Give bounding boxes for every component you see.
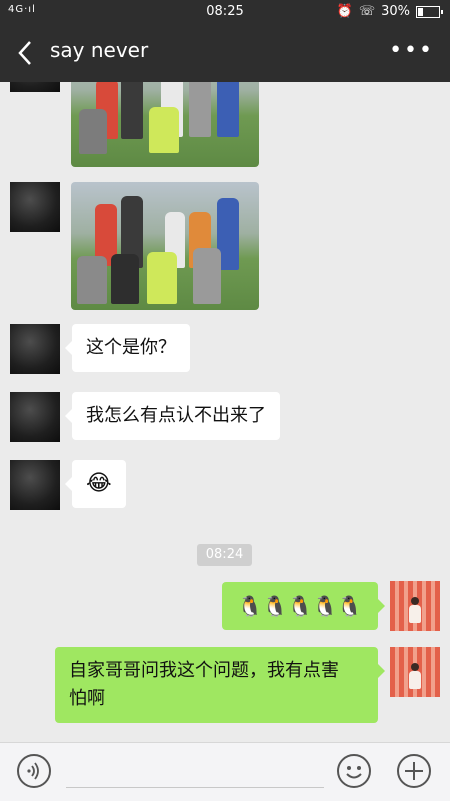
- status-bar: 4G·ıl 08:25 ⏰ ☏ 30%: [0, 0, 450, 24]
- message-bubble[interactable]: 这个是你？: [65, 324, 190, 372]
- input-bar: [0, 742, 450, 801]
- timestamp: 08:24: [197, 544, 252, 566]
- plus-icon[interactable]: [396, 753, 432, 789]
- avatar[interactable]: [10, 460, 60, 510]
- avatar[interactable]: [390, 581, 440, 631]
- message-bubble[interactable]: 😂: [65, 460, 126, 508]
- more-options-button[interactable]: •••: [389, 38, 434, 63]
- message-line: 自家哥哥问我这个问题，我有点害: [69, 660, 339, 681]
- alarm-icon: ⏰: [336, 4, 353, 19]
- message-bubble[interactable]: 自家哥哥问我这个问题，我有点害 怕啊: [55, 647, 385, 723]
- image-message[interactable]: [71, 82, 259, 167]
- message-list[interactable]: 这个是你？ 我怎么有点认不出来了 😂 08:24 🐧🐧🐧🐧🐧 自家哥哥问我这个问…: [0, 82, 450, 742]
- image-message[interactable]: [71, 182, 259, 310]
- message-input[interactable]: [66, 787, 324, 788]
- chat-header: say never •••: [0, 24, 450, 82]
- battery-percent: 30%: [381, 4, 410, 19]
- avatar[interactable]: [10, 392, 60, 442]
- avatar[interactable]: [10, 324, 60, 374]
- chat-title: say never: [50, 38, 149, 62]
- emoji-icon[interactable]: [336, 753, 372, 789]
- message-line: 怕啊: [69, 688, 105, 709]
- message-bubble[interactable]: 我怎么有点认不出来了: [65, 392, 280, 440]
- voice-icon[interactable]: [16, 753, 52, 789]
- battery-icon: [416, 5, 443, 18]
- call-icon: ☏: [358, 4, 376, 19]
- chevron-left-icon[interactable]: [10, 36, 40, 70]
- avatar[interactable]: [390, 647, 440, 697]
- avatar[interactable]: [10, 82, 60, 92]
- message-bubble[interactable]: 🐧🐧🐧🐧🐧: [222, 582, 385, 630]
- avatar[interactable]: [10, 182, 60, 232]
